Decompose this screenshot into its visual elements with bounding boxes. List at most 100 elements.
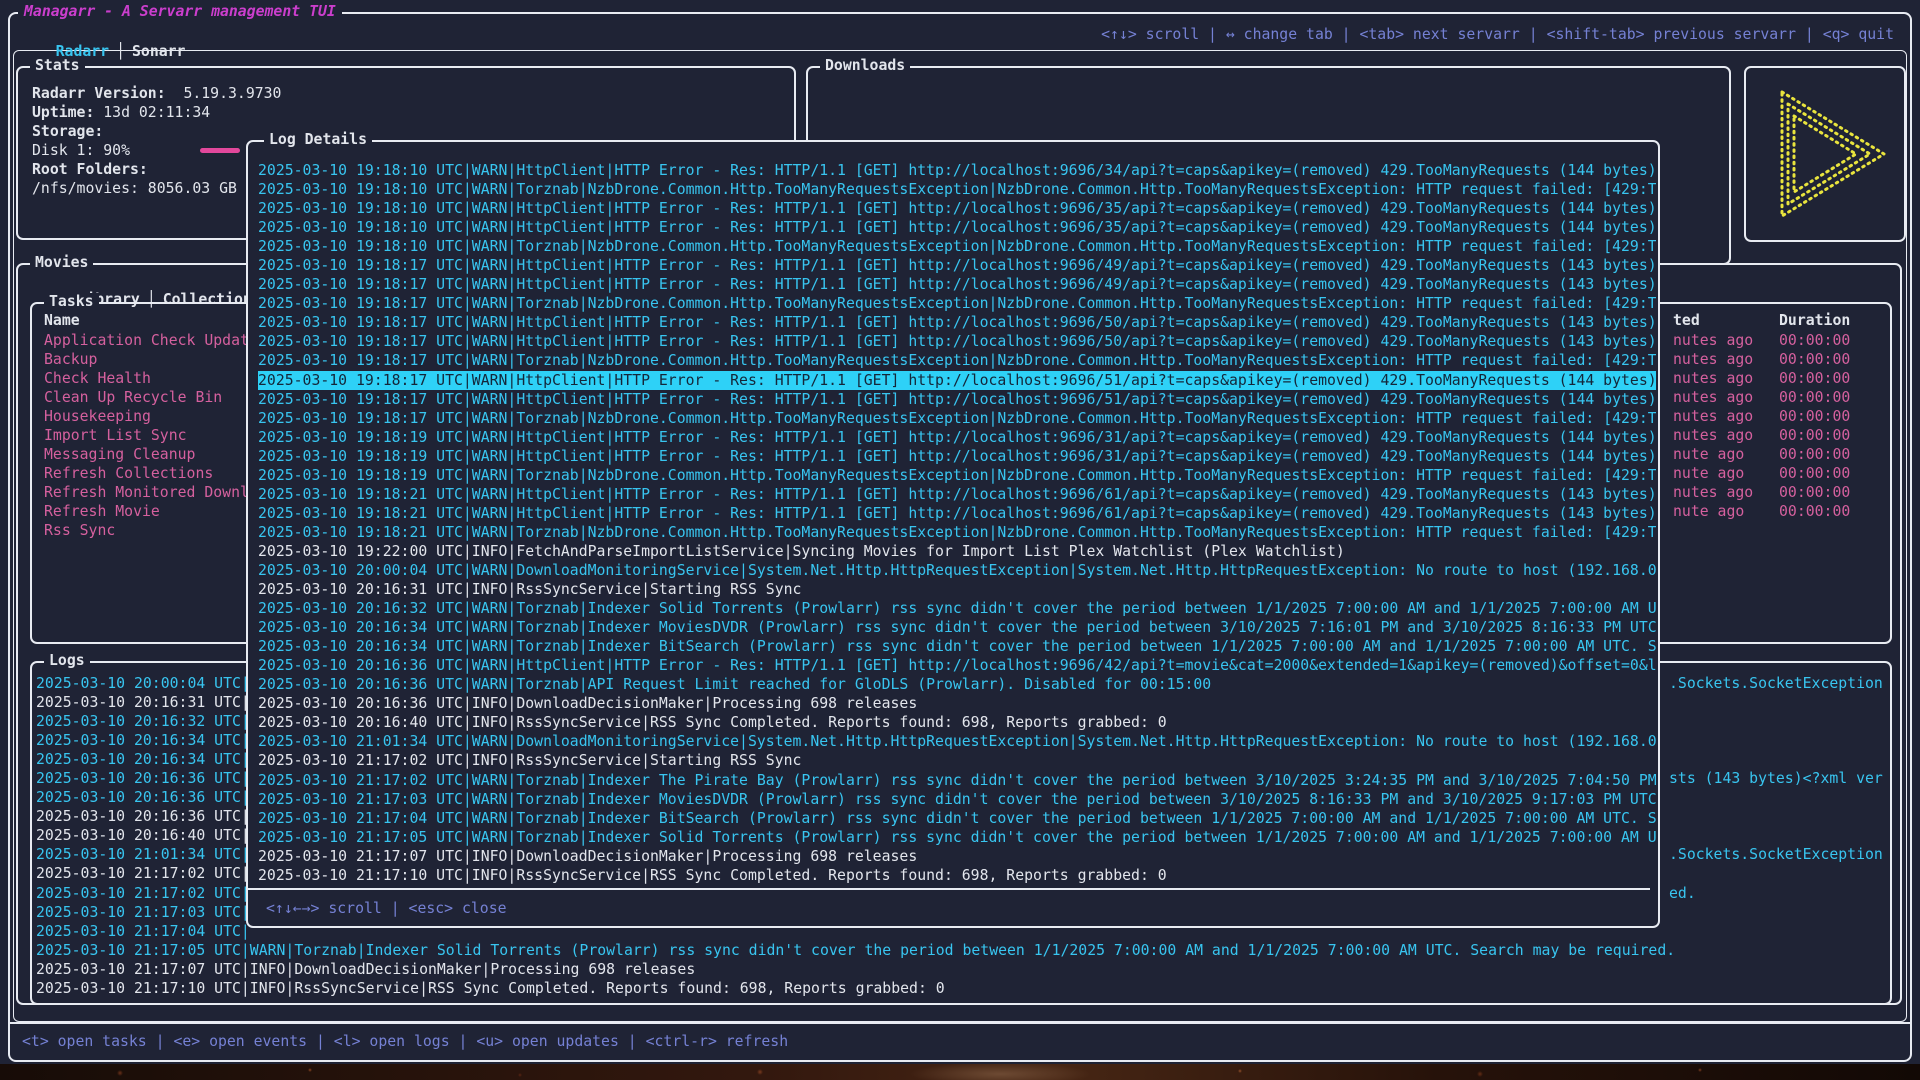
log-detail-line[interactable]: 2025-03-10 21:17:05 UTC|WARN|Torznab|Ind… xyxy=(258,828,1656,847)
task-row-name[interactable]: Clean Up Recycle Bin xyxy=(44,388,258,407)
log-row-right-fragment: .Sockets.SocketException ( xyxy=(1669,674,1884,693)
log-row-text: 2025-03-10 20:16:36 UTC| xyxy=(36,770,250,787)
log-detail-line[interactable]: 2025-03-10 19:18:19 UTC|WARN|HttpClient|… xyxy=(258,428,1656,447)
log-detail-line[interactable]: 2025-03-10 20:16:34 UTC|WARN|Torznab|Ind… xyxy=(258,618,1656,637)
log-detail-line[interactable]: 2025-03-10 19:18:17 UTC|WARN|HttpClient|… xyxy=(258,313,1656,332)
log-row[interactable]: 2025-03-10 21:17:10 UTC|INFO|RssSyncServ… xyxy=(36,979,1884,998)
log-detail-line[interactable]: 2025-03-10 20:16:34 UTC|WARN|Torznab|Ind… xyxy=(258,637,1656,656)
movies-panel-title: Movies xyxy=(30,254,93,271)
task-row-duration: 00:00:00 xyxy=(1779,388,1850,407)
task-row-name[interactable]: Import List Sync xyxy=(44,426,258,445)
task-row-name[interactable]: Housekeeping xyxy=(44,407,258,426)
log-row-right-fragment: ed. xyxy=(1669,884,1696,903)
log-row-text: 2025-03-10 21:17:03 UTC| xyxy=(36,904,250,921)
log-detail-line[interactable]: 2025-03-10 19:18:17 UTC|WARN|HttpClient|… xyxy=(258,390,1656,409)
log-details-modal: Log Details 2025-03-10 19:18:10 UTC|WARN… xyxy=(246,140,1660,928)
log-detail-line[interactable]: 2025-03-10 20:16:40 UTC|INFO|RssSyncServ… xyxy=(258,713,1656,732)
stats-rootfolders-label: Root Folders: xyxy=(32,160,281,179)
stats-storage-label: Storage: xyxy=(32,122,281,141)
task-row-executed: nutes ago xyxy=(1673,407,1753,426)
log-detail-line[interactable]: 2025-03-10 19:18:17 UTC|WARN|Torznab|Nzb… xyxy=(258,351,1656,370)
log-row-text: 2025-03-10 20:00:04 UTC| xyxy=(36,675,250,692)
log-detail-line[interactable]: 2025-03-10 19:18:17 UTC|WARN|HttpClient|… xyxy=(258,256,1656,275)
log-detail-line[interactable]: 2025-03-10 19:18:10 UTC|WARN|HttpClient|… xyxy=(258,199,1656,218)
log-detail-line[interactable]: 2025-03-10 21:17:04 UTC|WARN|Torznab|Ind… xyxy=(258,809,1656,828)
log-detail-line[interactable]: 2025-03-10 19:18:17 UTC|WARN|HttpClient|… xyxy=(258,332,1656,351)
tasks-name-header: Name xyxy=(44,312,80,329)
disk-usage-gauge xyxy=(200,148,240,153)
tab-radarr[interactable]: Radarr xyxy=(56,43,109,60)
log-detail-line[interactable]: 2025-03-10 19:18:19 UTC|WARN|HttpClient|… xyxy=(258,447,1656,466)
task-row-name[interactable]: Refresh Monitored Downlo xyxy=(44,483,258,502)
task-row-name[interactable]: Refresh Movie xyxy=(44,502,258,521)
log-detail-line[interactable]: 2025-03-10 21:17:02 UTC|WARN|Torznab|Ind… xyxy=(258,771,1656,790)
log-detail-line[interactable]: 2025-03-10 19:18:10 UTC|WARN|HttpClient|… xyxy=(258,218,1656,237)
log-detail-line[interactable]: 2025-03-10 21:01:34 UTC|WARN|DownloadMon… xyxy=(258,732,1656,751)
log-detail-line[interactable]: 2025-03-10 19:18:17 UTC|WARN|Torznab|Nzb… xyxy=(258,409,1656,428)
log-detail-line[interactable]: 2025-03-10 20:16:32 UTC|WARN|Torznab|Ind… xyxy=(258,599,1656,618)
log-row-text: 2025-03-10 20:16:34 UTC| xyxy=(36,751,250,768)
logs-panel-title: Logs xyxy=(44,652,90,669)
log-detail-line[interactable]: 2025-03-10 19:18:21 UTC|WARN|Torznab|Nzb… xyxy=(258,523,1656,542)
task-row-executed: nute ago xyxy=(1673,445,1753,464)
log-row[interactable]: 2025-03-10 21:17:07 UTC|INFO|DownloadDec… xyxy=(36,960,1884,979)
keybind-hints-top: <↑↓> scroll | ↔ change tab | <tab> next … xyxy=(1101,26,1894,43)
log-detail-line[interactable]: 2025-03-10 19:18:19 UTC|WARN|Torznab|Nzb… xyxy=(258,466,1656,485)
stats-rootfolder-value: /nfs/movies: 8056.03 GB f xyxy=(32,179,281,198)
log-row-text: 2025-03-10 20:16:32 UTC| xyxy=(36,713,250,730)
task-row-executed: nutes ago xyxy=(1673,483,1753,502)
task-row-executed: nutes ago xyxy=(1673,350,1753,369)
log-detail-line[interactable]: 2025-03-10 19:22:00 UTC|INFO|FetchAndPar… xyxy=(258,542,1656,561)
log-detail-line[interactable]: 2025-03-10 20:16:31 UTC|INFO|RssSyncServ… xyxy=(258,580,1656,599)
task-row-duration: 00:00:00 xyxy=(1779,369,1850,388)
log-detail-line[interactable]: 2025-03-10 19:18:10 UTC|WARN|HttpClient|… xyxy=(258,161,1656,180)
task-row-duration: 00:00:00 xyxy=(1779,407,1850,426)
task-row-name[interactable]: Backup xyxy=(44,350,258,369)
app-title: Managarr - A Servarr management TUI xyxy=(18,3,342,20)
task-row-name[interactable]: Application Check Update xyxy=(44,331,258,350)
log-detail-line[interactable]: 2025-03-10 19:18:21 UTC|WARN|HttpClient|… xyxy=(258,485,1656,504)
task-row-executed: nute ago xyxy=(1673,502,1753,521)
tasks-executed-column: nutes agonutes agonutes agonutes agonute… xyxy=(1673,331,1753,541)
task-row-name[interactable]: Check Health xyxy=(44,369,258,388)
log-row-text: 2025-03-10 21:17:05 UTC|WARN|Torznab|Ind… xyxy=(36,942,1675,959)
log-row[interactable]: 2025-03-10 21:17:05 UTC|WARN|Torznab|Ind… xyxy=(36,941,1884,960)
task-row-duration: 00:00:00 xyxy=(1779,426,1850,445)
log-row-text: 2025-03-10 20:16:36 UTC| xyxy=(36,789,250,806)
servarr-tabbar: Radarr│Sonarr xyxy=(20,26,185,46)
log-details-list: 2025-03-10 19:18:10 UTC|WARN|HttpClient|… xyxy=(258,161,1656,887)
stats-disk: Disk 1: 90% xyxy=(32,141,281,160)
tasks-duration-column: 00:00:0000:00:0000:00:0000:00:0000:00:00… xyxy=(1779,331,1850,541)
keybind-hints-bottom: <t> open tasks | <e> open events | <l> o… xyxy=(22,1033,788,1050)
task-row-name[interactable]: Messaging Cleanup xyxy=(44,445,258,464)
task-row-executed: nutes ago xyxy=(1673,426,1753,445)
log-row-text: 2025-03-10 21:01:34 UTC| xyxy=(36,846,250,863)
task-row-executed: nutes ago xyxy=(1673,331,1753,350)
tab-sonarr[interactable]: Sonarr xyxy=(132,43,185,60)
log-detail-line[interactable]: 2025-03-10 21:17:02 UTC|INFO|RssSyncServ… xyxy=(258,751,1656,770)
task-row-name[interactable]: Refresh Collections xyxy=(44,464,258,483)
task-row-executed: nute ago xyxy=(1673,464,1753,483)
task-row-name[interactable]: Rss Sync xyxy=(44,521,258,540)
log-detail-line[interactable]: 2025-03-10 21:17:03 UTC|WARN|Torznab|Ind… xyxy=(258,790,1656,809)
log-detail-line[interactable]: 2025-03-10 19:18:17 UTC|WARN|HttpClient|… xyxy=(258,275,1656,294)
log-detail-line[interactable]: 2025-03-10 20:16:36 UTC|WARN|HttpClient|… xyxy=(258,656,1656,675)
log-detail-line[interactable]: 2025-03-10 19:18:21 UTC|WARN|HttpClient|… xyxy=(258,504,1656,523)
log-row-text: 2025-03-10 21:17:02 UTC| xyxy=(36,885,250,902)
log-detail-line-selected[interactable]: 2025-03-10 19:18:17 UTC|WARN|HttpClient|… xyxy=(258,371,1656,390)
log-detail-line[interactable]: 2025-03-10 20:16:36 UTC|WARN|Torznab|API… xyxy=(258,675,1656,694)
task-row-duration xyxy=(1779,521,1850,540)
tasks-executed-header: ted xyxy=(1673,312,1700,329)
log-detail-line[interactable]: 2025-03-10 20:16:36 UTC|INFO|DownloadDec… xyxy=(258,694,1656,713)
log-detail-line[interactable]: 2025-03-10 19:18:17 UTC|WARN|Torznab|Nzb… xyxy=(258,294,1656,313)
log-detail-line[interactable]: 2025-03-10 19:18:10 UTC|WARN|Torznab|Nzb… xyxy=(258,237,1656,256)
log-details-title: Log Details xyxy=(264,131,372,148)
log-detail-line[interactable]: 2025-03-10 21:17:10 UTC|INFO|RssSyncServ… xyxy=(258,866,1656,885)
keybind-hints-modal: <↑↓←→> scroll | <esc> close xyxy=(266,900,507,917)
task-row-duration: 00:00:00 xyxy=(1779,464,1850,483)
log-row-text: 2025-03-10 21:17:02 UTC| xyxy=(36,865,250,882)
log-detail-line[interactable]: 2025-03-10 20:00:04 UTC|WARN|DownloadMon… xyxy=(258,561,1656,580)
log-detail-line[interactable]: 2025-03-10 21:17:07 UTC|INFO|DownloadDec… xyxy=(258,847,1656,866)
log-detail-line[interactable]: 2025-03-10 19:18:10 UTC|WARN|Torznab|Nzb… xyxy=(258,180,1656,199)
desktop-wallpaper-sliver xyxy=(0,1064,1920,1080)
